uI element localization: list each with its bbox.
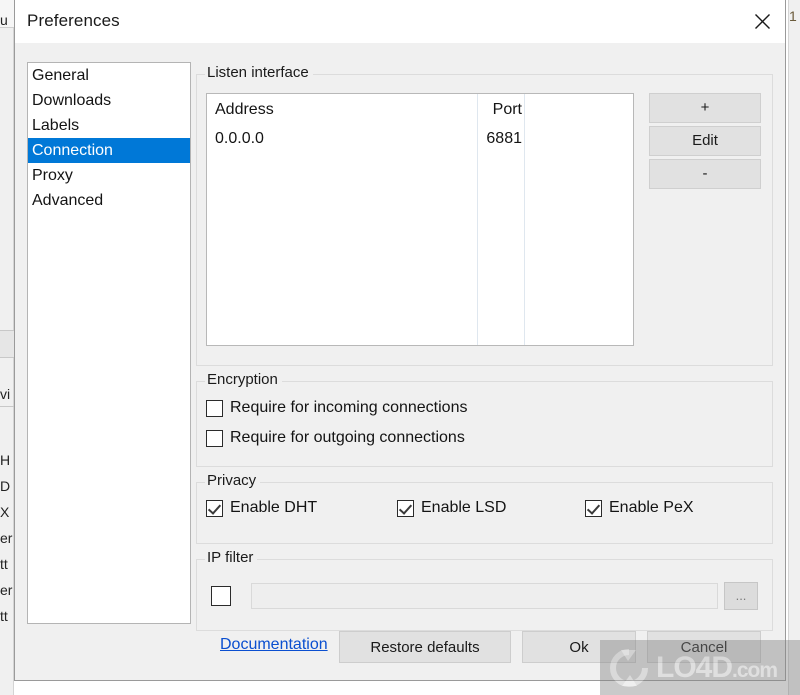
ip-filter-browse-button[interactable]: ... [724,582,758,610]
table-header-row: Address Port [207,96,633,124]
checkbox-enable-lsd[interactable]: Enable LSD [397,499,506,517]
sidebar-item-downloads[interactable]: Downloads [28,88,190,113]
listen-interface-group: Listen interface Address Port 0.0.0.0 68… [196,64,773,366]
background-right-text-fragment: 1 [789,8,797,24]
checkbox-box [206,399,223,417]
dialog-footer: Documentation Restore defaults Ok Cancel [196,618,773,680]
cell-address: 0.0.0.0 [215,130,264,147]
close-button[interactable] [739,0,785,42]
close-icon [754,13,771,30]
encryption-group: Encryption Require for incoming connecti… [196,371,773,467]
ip-filter-path-input[interactable] [251,583,718,609]
listen-interface-button-column: + Edit - [649,93,761,189]
checkbox-label: Enable LSD [421,499,507,516]
listen-interface-table[interactable]: Address Port 0.0.0.0 6881 [206,93,634,346]
cancel-button[interactable]: Cancel [647,631,761,663]
footer-button-group: Restore defaults Ok Cancel [339,631,761,663]
checkbox-enable-pex[interactable]: Enable PeX [585,499,694,517]
sidebar-item-proxy[interactable]: Proxy [28,163,190,188]
background-text-fragment: u [0,12,8,28]
checkbox-label: Require for incoming connections [230,399,468,416]
dialog-title: Preferences [27,11,120,30]
checkbox-box [206,429,223,447]
ok-button[interactable]: Ok [522,631,636,663]
background-right-strip [788,0,800,695]
checkbox-require-outgoing[interactable]: Require for outgoing connections [206,429,465,447]
dialog-titlebar: Preferences [15,0,785,43]
encryption-group-title: Encryption [205,371,282,388]
background-text-fragment: tt [0,608,8,624]
background-text-fragment: D [0,478,11,494]
checkbox-label: Require for outgoing connections [230,429,465,446]
add-interface-button[interactable]: + [649,93,761,123]
privacy-group-title: Privacy [205,472,261,489]
sidebar-item-labels[interactable]: Labels [28,113,190,138]
column-header-address: Address [215,101,274,118]
background-text-fragment: vi [0,386,11,402]
background-panel-divider-b [0,406,14,407]
documentation-link[interactable]: Documentation [220,636,328,654]
settings-content-panel: Listen interface Address Port 0.0.0.0 68… [196,62,773,680]
sidebar-item-advanced[interactable]: Advanced [28,188,190,213]
checkbox-label: Enable DHT [230,499,318,516]
checkbox-box [397,499,414,517]
privacy-group: Privacy Enable DHT Enable LSD Enable PeX [196,472,773,544]
checkbox-require-incoming[interactable]: Require for incoming connections [206,399,467,417]
restore-defaults-button[interactable]: Restore defaults [339,631,511,663]
table-row[interactable]: 0.0.0.0 6881 [207,125,633,153]
background-text-fragment: H [0,452,11,468]
settings-category-list[interactable]: General Downloads Labels Connection Proxy Adv… [27,62,191,624]
preferences-dialog: Preferences General Downloads Labels Connec… [14,0,786,681]
column-header-port: Port [492,101,522,118]
background-panel-divider-a [0,330,14,358]
sidebar-item-connection[interactable]: Connection [28,138,190,163]
edit-interface-button[interactable]: Edit [649,126,761,156]
background-text-fragment: X [0,504,10,520]
checkbox-label: Enable PeX [609,499,694,516]
sidebar-item-general[interactable]: General [28,63,190,88]
checkbox-enable-dht[interactable]: Enable DHT [206,499,317,517]
checkbox-enable-ip-filter[interactable] [211,586,231,606]
cell-port: 6881 [486,130,522,147]
remove-interface-button[interactable]: - [649,159,761,189]
dialog-body: General Downloads Labels Connection Proxy Adv… [15,43,785,680]
ip-filter-row: ... [211,582,758,610]
ip-filter-group-title: IP filter [205,549,258,566]
background-text-fragment: er [0,530,13,546]
listen-interface-group-title: Listen interface [205,64,313,81]
background-text-fragment: tt [0,556,8,572]
background-text-fragment: er [0,582,13,598]
checkbox-box [206,499,223,517]
checkbox-box [585,499,602,517]
